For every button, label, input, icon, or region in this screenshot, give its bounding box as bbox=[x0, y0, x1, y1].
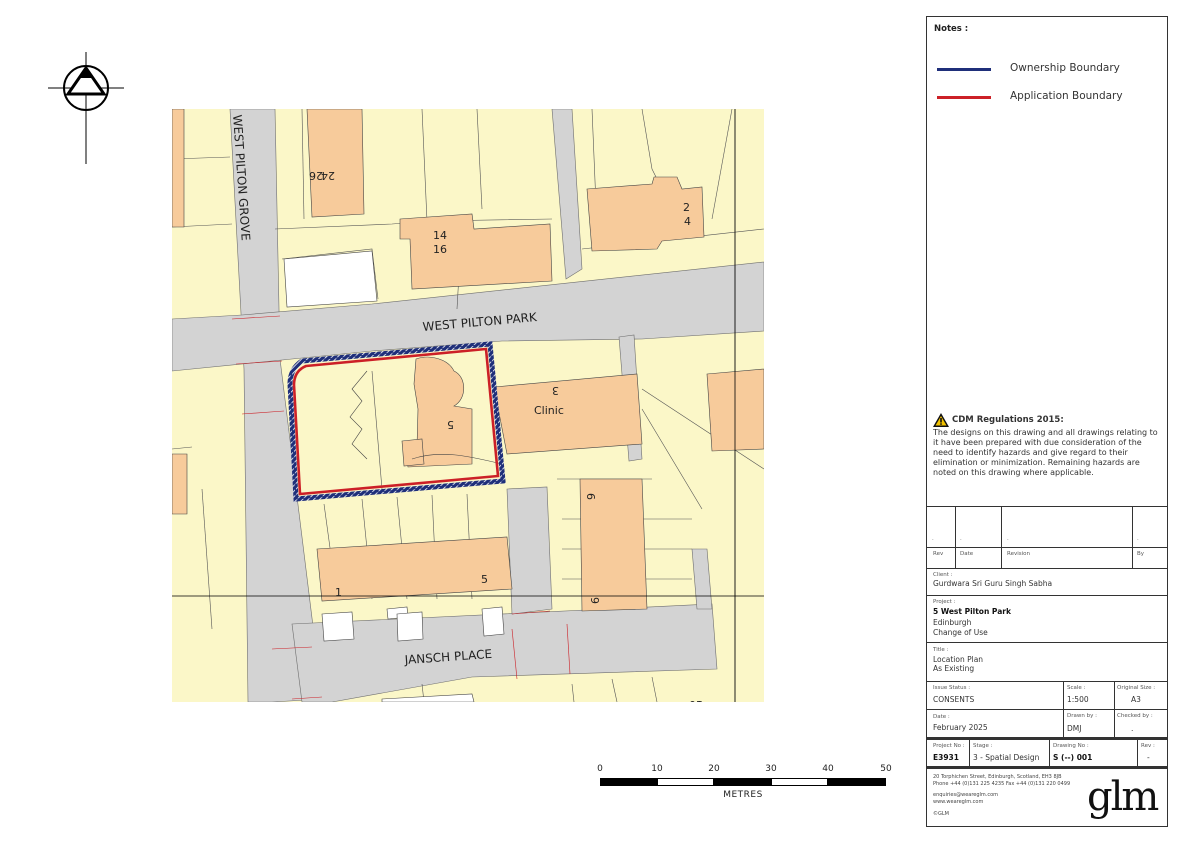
title-label: Title : bbox=[933, 647, 949, 653]
client-value: Gurdwara Sri Guru Singh Sabha bbox=[933, 579, 1053, 588]
scale-unit: METRES bbox=[723, 790, 763, 800]
house-number-5: 5 bbox=[447, 418, 454, 431]
original-size-value: A3 bbox=[1131, 695, 1141, 704]
cdm-notice: CDM Regulations 2015: The designs on thi… bbox=[933, 413, 1163, 478]
title-block: Notes : Ownership Boundary Application B… bbox=[926, 16, 1168, 827]
scale-tick-label: 30 bbox=[765, 764, 777, 774]
scale-tick-label: 20 bbox=[708, 764, 720, 774]
project-description: Change of Use bbox=[933, 628, 988, 637]
drawing-number-label: Drawing No : bbox=[1053, 743, 1089, 749]
house-number-14: 14 bbox=[433, 229, 447, 242]
location-map: WEST PILTON GROVE WEST PILTON PARK JANSC… bbox=[172, 109, 764, 702]
house-number-1: 1 bbox=[335, 586, 342, 599]
application-boundary-swatch bbox=[937, 96, 991, 99]
project-number-label: Project No : bbox=[933, 743, 965, 749]
issue-status-value: CONSENTS bbox=[933, 695, 975, 704]
rev-header: Rev bbox=[933, 551, 944, 557]
house-number-16: 16 bbox=[433, 243, 447, 256]
house-number-10: 10 bbox=[689, 698, 703, 702]
scale-tick-label: 40 bbox=[822, 764, 834, 774]
scale-label: Scale : bbox=[1067, 685, 1086, 691]
checked-by-value: . bbox=[1131, 724, 1134, 733]
issue-status-label: Issue Status : bbox=[933, 685, 971, 691]
glm-logo: glm bbox=[1087, 774, 1159, 820]
address-line-2: Phone +44 (0)131 225 4235 Fax +44 (0)131… bbox=[933, 781, 1071, 787]
scale-tick-label: 50 bbox=[880, 764, 892, 774]
cdm-title: CDM Regulations 2015: bbox=[952, 415, 1064, 425]
drawn-by-label: Drawn by : bbox=[1067, 713, 1097, 719]
rev-cell: . bbox=[932, 536, 934, 542]
date-header: Date bbox=[960, 551, 974, 557]
house-number-5b: 5 bbox=[481, 573, 488, 586]
project-label: Project : bbox=[933, 599, 956, 605]
warning-icon bbox=[933, 413, 949, 427]
project-number-value: E3931 bbox=[933, 753, 959, 762]
date-value: February 2025 bbox=[933, 723, 988, 732]
checked-by-label: Checked by : bbox=[1117, 713, 1153, 719]
stage-value: 3 - Spatial Design bbox=[973, 753, 1040, 762]
stage-label: Stage : bbox=[973, 743, 993, 749]
rev-cell: . bbox=[1007, 536, 1009, 542]
house-number-3: 3 bbox=[552, 384, 559, 397]
scale-segment bbox=[771, 778, 828, 786]
house-number-6a: 6 bbox=[584, 493, 597, 500]
project-city: Edinburgh bbox=[933, 618, 972, 627]
scale-tick-label: 10 bbox=[651, 764, 663, 774]
rev-cell: . bbox=[960, 536, 962, 542]
client-label: Client : bbox=[933, 572, 953, 578]
drawn-by-value: DMJ bbox=[1067, 724, 1082, 733]
cdm-text: The designs on this drawing and all draw… bbox=[933, 428, 1158, 477]
email-text: enquiries@weareglm.com bbox=[933, 792, 999, 798]
date-label: Date : bbox=[933, 714, 950, 720]
north-arrow-icon bbox=[48, 52, 124, 164]
notes-title: Notes : bbox=[934, 24, 969, 34]
house-number-6b: 6 bbox=[589, 597, 602, 604]
scale-segment bbox=[828, 778, 886, 786]
drawing-number-value: S (--) 001 bbox=[1053, 753, 1093, 762]
scale-value: 1:500 bbox=[1067, 695, 1089, 704]
house-number-4: 4 bbox=[684, 215, 691, 228]
address-line-1: 20 Torphichen Street, Edinburgh, Scotlan… bbox=[933, 774, 1062, 780]
scale-segment bbox=[714, 778, 771, 786]
application-boundary-label: Application Boundary bbox=[1010, 90, 1123, 102]
house-number-2: 2 bbox=[683, 201, 690, 214]
revision-header: Revision bbox=[1007, 551, 1030, 557]
house-number-26: 26 bbox=[309, 169, 323, 182]
original-size-label: Original Size : bbox=[1117, 685, 1156, 691]
scale-tick-label: 0 bbox=[597, 764, 603, 774]
website-text: www.weareglm.com bbox=[933, 799, 984, 805]
ownership-boundary-label: Ownership Boundary bbox=[1010, 62, 1120, 74]
copyright-text: ©GLM bbox=[933, 811, 949, 817]
revision-label: Rev : bbox=[1141, 743, 1155, 749]
revision-value: - bbox=[1147, 753, 1150, 762]
rev-cell: . bbox=[1137, 536, 1139, 542]
scale-bar: 0 10 20 30 40 50 METRES bbox=[590, 764, 900, 804]
title-line-2: As Existing bbox=[933, 664, 975, 673]
by-header: By bbox=[1137, 551, 1145, 557]
project-name: 5 West Pilton Park bbox=[933, 607, 1011, 616]
ownership-boundary-swatch bbox=[937, 68, 991, 71]
title-line-1: Location Plan bbox=[933, 655, 984, 664]
scale-segment bbox=[657, 778, 714, 786]
clinic-label: Clinic bbox=[534, 404, 564, 417]
scale-segment bbox=[600, 778, 657, 786]
